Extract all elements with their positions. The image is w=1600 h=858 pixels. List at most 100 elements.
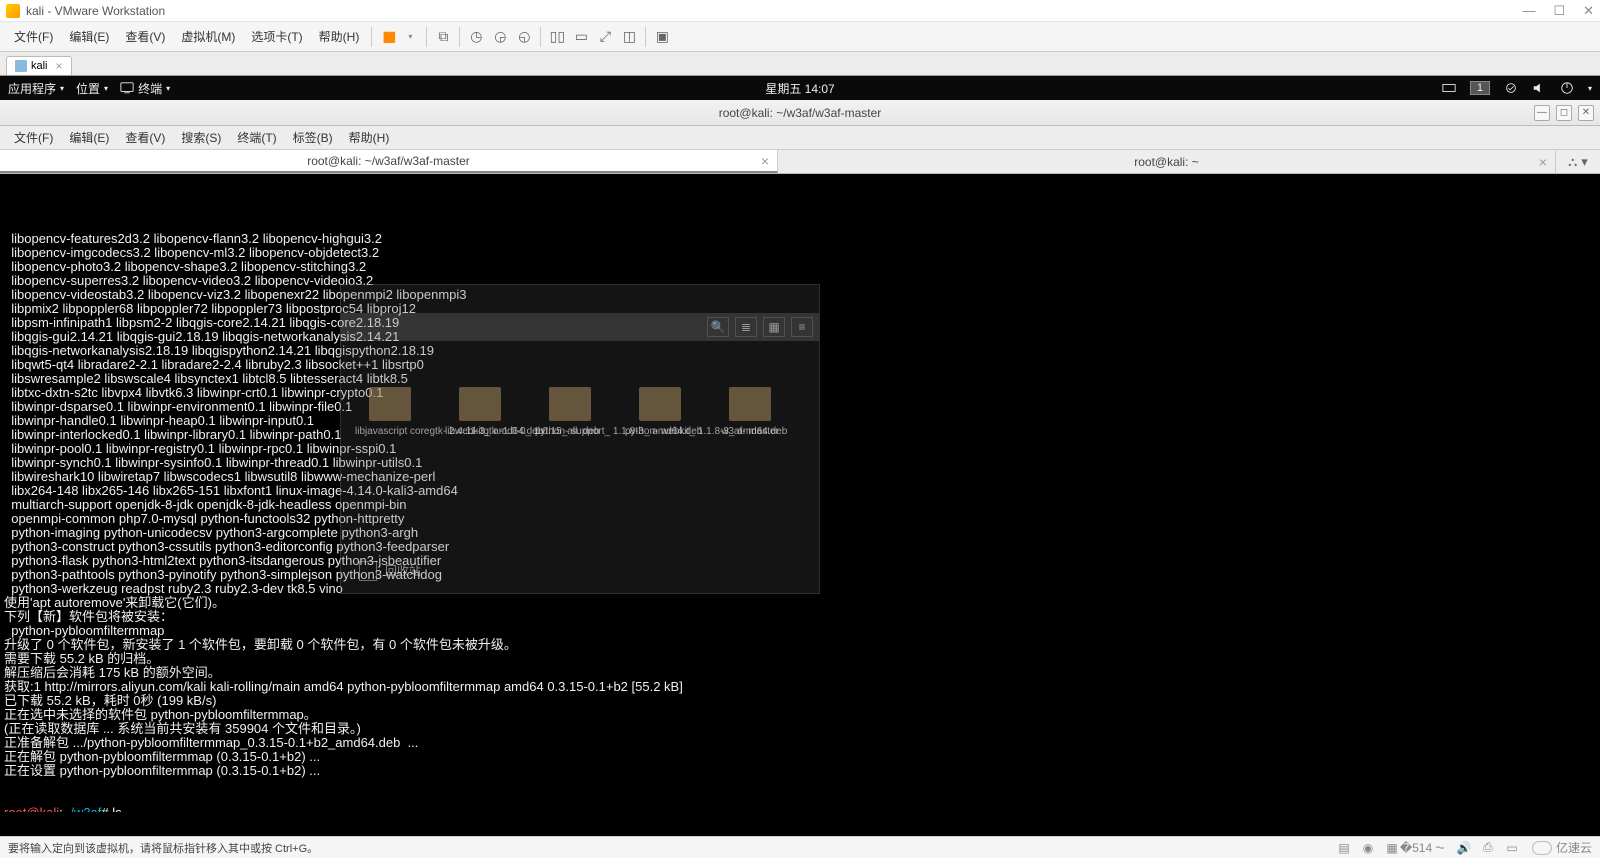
terminal-line: python3-flask python3-html2text python3-… <box>4 554 1596 568</box>
term-close-button[interactable]: ✕ <box>1578 105 1594 121</box>
people-icon: ⛬ <box>1568 154 1577 170</box>
terminal-line: libwinpr-pool0.1 libwinpr-registry0.1 li… <box>4 442 1596 456</box>
vm-tab-kali[interactable]: kali × <box>6 56 72 75</box>
terminal-menubar: 文件(F) 编辑(E) 查看(V) 搜索(S) 终端(T) 标签(B) 帮助(H… <box>0 126 1600 150</box>
pause-button[interactable]: ▮▮ <box>376 26 400 48</box>
window-controls: — ☐ ✕ <box>1522 3 1594 19</box>
close-button[interactable]: ✕ <box>1583 3 1594 19</box>
terminal-line: libopencv-superres3.2 libopencv-video3.2… <box>4 274 1596 288</box>
guest-desktop[interactable]: INUX ™ re you are able to hear" 9 应用程序▾ … <box>0 76 1600 836</box>
panel-terminal[interactable]: 终端▾ <box>120 80 170 97</box>
maximize-button[interactable]: ☐ <box>1553 3 1565 19</box>
gnome-top-panel: 应用程序▾ 位置▾ 终端▾ 星期五 14:07 1 ▾ <box>0 76 1600 100</box>
terminal-line: libswresample2 libswscale4 libsynctex1 l… <box>4 372 1596 386</box>
cd-icon[interactable]: ◉ <box>1360 841 1376 855</box>
status-hint: 要将输入定向到该虚拟机，请将鼠标指针移入其中或按 Ctrl+G。 <box>8 840 318 856</box>
terminal-line: 正在解包 python-pybloomfiltermmap (0.3.15-0.… <box>4 750 1596 764</box>
minimize-button[interactable]: — <box>1522 3 1535 19</box>
menu-help[interactable]: 帮助(H) <box>311 28 368 45</box>
terminal-line: libqgis-gui2.14.21 libqgis-gui2.18.19 li… <box>4 330 1596 344</box>
menu-tabs[interactable]: 选项卡(T) <box>243 28 310 45</box>
terminal-line: libx264-148 libx265-146 libx265-151 libx… <box>4 484 1596 498</box>
terminal-tabs: root@kali: ~/w3af/w3af-master × root@kal… <box>0 150 1600 174</box>
workspace-indicator[interactable]: 1 <box>1470 81 1490 95</box>
term-tab-1[interactable]: root@kali: ~ × <box>778 150 1556 173</box>
fullscreen-button[interactable]: ▣ <box>650 26 674 48</box>
vmware-statusbar: 要将输入定向到该虚拟机，请将鼠标指针移入其中或按 Ctrl+G。 ▤ ◉ ▦ �… <box>0 836 1600 858</box>
monitor-icon <box>120 81 134 95</box>
panel-places[interactable]: 位置▾ <box>76 80 108 97</box>
term-maximize-button[interactable]: ◻ <box>1556 105 1572 121</box>
layout-2-button[interactable]: ▭ <box>569 26 593 48</box>
panel-clock[interactable]: 星期五 14:07 <box>765 80 834 97</box>
window-title: kali - VMware Workstation <box>26 4 165 18</box>
sound-icon[interactable]: 🔊 <box>1456 841 1472 855</box>
terminal-line: libwireshark10 libwiretap7 libwscodecs1 … <box>4 470 1596 484</box>
term-tab-1-close[interactable]: × <box>1539 154 1547 170</box>
terminal-line: python3-pathtools python3-pyinotify pyth… <box>4 568 1596 582</box>
menu-view[interactable]: 查看(V) <box>117 28 173 45</box>
cloud-icon <box>1532 841 1552 855</box>
terminal-line: multiarch-support openjdk-8-jdk openjdk-… <box>4 498 1596 512</box>
terminal-body[interactable]: 🔍 ≣ ▦ ≡ libjavascript coregtk- 2.4.11-3_… <box>0 174 1600 812</box>
snapshot-revert-button[interactable]: ◶ <box>488 26 512 48</box>
term-menu-terminal[interactable]: 终端(T) <box>229 129 284 146</box>
keyboard-icon[interactable] <box>1442 81 1456 95</box>
power-dropdown[interactable]: ▾ <box>398 26 422 48</box>
term-tab-0-close[interactable]: × <box>761 153 769 169</box>
printer-icon[interactable]: ⎙ <box>1480 841 1496 855</box>
term-tab-0[interactable]: root@kali: ~/w3af/w3af-master × <box>0 150 778 173</box>
terminal-line: libtxc-dxtn-s2tc libvpx4 libvtk6.3 libwi… <box>4 386 1596 400</box>
power-icon[interactable] <box>1560 81 1574 95</box>
terminal-line: libpsm-infinipath1 libpsm2-2 libqgis-cor… <box>4 316 1596 330</box>
menu-vm[interactable]: 虚拟机(M) <box>173 28 243 45</box>
unity-button[interactable]: ◫ <box>617 26 641 48</box>
vm-tab-close[interactable]: × <box>56 59 63 73</box>
terminal-titlebar[interactable]: root@kali: ~/w3af/w3af-master — ◻ ✕ <box>0 100 1600 126</box>
term-menu-help[interactable]: 帮助(H) <box>341 129 398 146</box>
vmware-tabbar: kali × <box>0 52 1600 76</box>
terminal-line: libwinpr-dsparse0.1 libwinpr-environment… <box>4 400 1596 414</box>
layout-1-button[interactable]: ▯▯ <box>545 26 569 48</box>
terminal-line: libpmix2 libpoppler68 libpoppler72 libpo… <box>4 302 1596 316</box>
send-cad-button[interactable]: ⧉ <box>431 26 455 48</box>
terminal-line: 需要下载 55.2 kB 的归档。 <box>4 652 1596 666</box>
term-tab-controls[interactable]: ⛬▾ <box>1556 150 1600 173</box>
term-minimize-button[interactable]: — <box>1534 105 1550 121</box>
terminal-line: 下列【新】软件包将被安装： <box>4 610 1596 624</box>
menu-edit[interactable]: 编辑(E) <box>61 28 117 45</box>
terminal-line: libopencv-videostab3.2 libopencv-viz3.2 … <box>4 288 1596 302</box>
terminal-line: libwinpr-interlocked0.1 libwinpr-library… <box>4 428 1596 442</box>
terminal-line: 正准备解包 .../python-pybloomfiltermmap_0.3.1… <box>4 736 1596 750</box>
usb-icon[interactable]: ⏦ <box>1432 841 1448 855</box>
terminal-line: libopencv-imgcodecs3.2 libopencv-ml3.2 l… <box>4 246 1596 260</box>
record-icon[interactable] <box>1504 81 1518 95</box>
network-icon[interactable]: �514 <box>1408 841 1424 855</box>
snapshot-button[interactable]: ◷ <box>464 26 488 48</box>
terminal-line: 使用'apt autoremove'来卸载它(它们)。 <box>4 596 1596 610</box>
term-menu-tabs[interactable]: 标签(B) <box>285 129 341 146</box>
menu-file[interactable]: 文件(F) <box>6 28 61 45</box>
terminal-line: libwinpr-synch0.1 libwinpr-sysinfo0.1 li… <box>4 456 1596 470</box>
volume-icon[interactable] <box>1532 81 1546 95</box>
terminal-line: 正在设置 python-pybloomfiltermmap (0.3.15-0.… <box>4 764 1596 778</box>
brand-watermark: 亿速云 <box>1532 839 1592 856</box>
term-menu-search[interactable]: 搜索(S) <box>173 129 229 146</box>
display-icon[interactable]: ▭ <box>1504 841 1520 855</box>
floppy-icon[interactable]: ▦ <box>1384 841 1400 855</box>
terminal-line: libqwt5-qt4 libradare2-2.1 libradare2-2.… <box>4 358 1596 372</box>
system-menu-caret[interactable]: ▾ <box>1588 84 1592 93</box>
terminal-line: (正在读取数据库 ... 系统当前共安装有 359904 个文件和目录。) <box>4 722 1596 736</box>
term-menu-edit[interactable]: 编辑(E) <box>61 129 117 146</box>
panel-applications[interactable]: 应用程序▾ <box>8 80 64 97</box>
terminal-line: 获取:1 http://mirrors.aliyun.com/kali kali… <box>4 680 1596 694</box>
terminal-line: python-pybloomfiltermmap <box>4 624 1596 638</box>
host-titlebar: kali - VMware Workstation — ☐ ✕ <box>0 0 1600 22</box>
terminal-line: 已下载 55.2 kB，耗时 0秒 (199 kB/s) <box>4 694 1596 708</box>
terminal-line: 解压缩后会消耗 175 kB 的额外空间。 <box>4 666 1596 680</box>
term-menu-file[interactable]: 文件(F) <box>6 129 61 146</box>
hdd-icon[interactable]: ▤ <box>1336 841 1352 855</box>
term-menu-view[interactable]: 查看(V) <box>117 129 173 146</box>
snapshot-manager-button[interactable]: ◵ <box>512 26 536 48</box>
layout-3-button[interactable]: ⤢ <box>593 26 617 48</box>
